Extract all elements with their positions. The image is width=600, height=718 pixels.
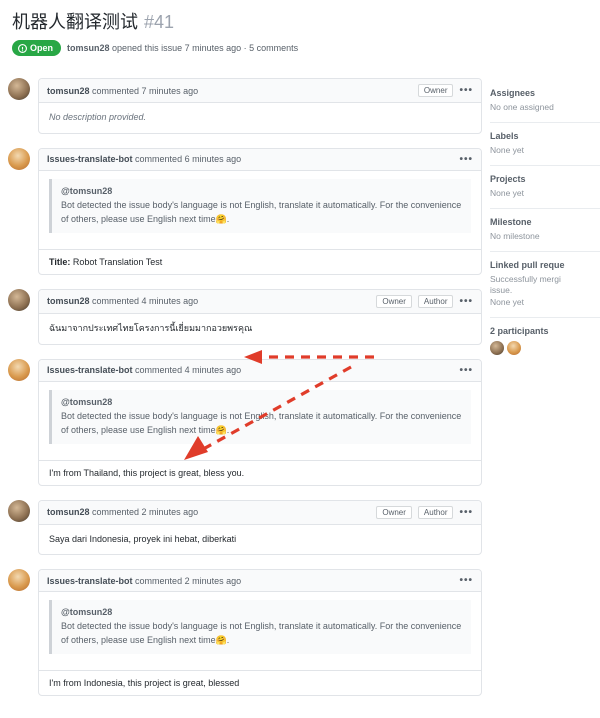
comment-timestamp: commented 2 minutes ago [92, 507, 198, 517]
comment: Issues-translate-bot commented 2 minutes… [8, 569, 482, 696]
participant-avatar[interactable] [507, 341, 521, 355]
timeline: tomsun28 commented 7 minutes ago Owner •••… [8, 70, 482, 710]
comment: Issues-translate-bot commented 6 minutes… [8, 148, 482, 275]
comment-header: tomsun28 commented 7 minutes ago Owner ••• [39, 79, 481, 103]
user-mention[interactable]: @tomsun28 [61, 606, 462, 620]
author-badge: Author [418, 506, 454, 519]
comment: Issues-translate-bot commented 4 minutes… [8, 359, 482, 486]
sidebar-section-title: Milestone [490, 217, 594, 227]
sidebar-section-title: Assignees [490, 88, 594, 98]
comment-actions-menu[interactable]: ••• [459, 85, 473, 96]
comment-body: @tomsun28Bot detected the issue body's l… [39, 592, 481, 670]
sidebar: Assignees No one assigned Labels None ye… [490, 70, 600, 710]
quote-block: @tomsun28Bot detected the issue body's l… [49, 390, 471, 444]
comment-card: tomsun28 commented 2 minutes ago Owner Aut… [38, 500, 482, 556]
sidebar-assignees[interactable]: Assignees No one assigned [490, 80, 600, 123]
sidebar-section-title: Labels [490, 131, 594, 141]
comment-header: tomsun28 commented 4 minutes ago Owner Aut… [39, 290, 481, 314]
comment-card: tomsun28 commented 7 minutes ago Owner •••… [38, 78, 482, 134]
comment-actions-menu[interactable]: ••• [459, 154, 473, 165]
comment-timestamp: commented 6 minutes ago [135, 154, 241, 164]
sidebar-section-body: None yet [490, 188, 594, 200]
comment-author-link[interactable]: tomsun28 [47, 296, 90, 306]
user-avatar[interactable] [8, 78, 30, 100]
comment-body: No description provided. [39, 103, 481, 133]
sidebar-section-body: No milestone [490, 231, 594, 243]
comment-actions-menu[interactable]: ••• [459, 296, 473, 307]
bot-avatar[interactable] [8, 569, 30, 591]
translated-title-value: Robot Translation Test [73, 257, 162, 267]
issue-meta-text: tomsun28 opened this issue 7 minutes ago… [67, 43, 298, 53]
issue-opener-link[interactable]: tomsun28 [67, 43, 110, 53]
sidebar-section-body: None yet [490, 145, 594, 157]
participant-avatar[interactable] [490, 341, 504, 355]
comment-card: tomsun28 commented 4 minutes ago Owner Aut… [38, 289, 482, 345]
quote-block: @tomsun28Bot detected the issue body's l… [49, 600, 471, 654]
sidebar-section-title: 2 participants [490, 326, 594, 336]
user-mention[interactable]: @tomsun28 [61, 185, 462, 199]
sidebar-projects[interactable]: Projects None yet [490, 166, 600, 209]
bot-avatar[interactable] [8, 359, 30, 381]
quote-text: Bot detected the issue body's language i… [61, 411, 461, 435]
comment-actions-menu[interactable]: ••• [459, 575, 473, 586]
issue-state-label: Open [30, 43, 53, 53]
comment-author-link[interactable]: Issues-translate-bot [47, 365, 133, 375]
comment-card: Issues-translate-bot commented 4 minutes… [38, 359, 482, 486]
translated-title-row: Title: Robot Translation Test [39, 249, 481, 274]
owner-badge: Owner [376, 295, 412, 308]
author-badge: Author [418, 295, 454, 308]
sidebar-section-title: Linked pull reque [490, 260, 594, 270]
translated-title-label: Title: [49, 257, 70, 267]
sidebar-participants: 2 participants [490, 318, 600, 363]
issue-title: 机器人翻译测试 [12, 8, 138, 34]
comment-card: Issues-translate-bot commented 6 minutes… [38, 148, 482, 275]
comment-header: Issues-translate-bot commented 6 minutes… [39, 149, 481, 171]
comment-body: @tomsun28Bot detected the issue body's l… [39, 171, 481, 249]
user-avatar[interactable] [8, 500, 30, 522]
comment: tomsun28 commented 4 minutes ago Owner Aut… [8, 289, 482, 345]
issue-state-badge: Open [12, 40, 61, 56]
owner-badge: Owner [376, 506, 412, 519]
comment-body: ฉันมาจากประเทศไทยโครงการนี้เยี่ยมมากอวยพ… [39, 314, 481, 344]
comment-actions-menu[interactable]: ••• [459, 365, 473, 376]
comment-timestamp: commented 7 minutes ago [92, 86, 198, 96]
comment-actions-menu[interactable]: ••• [459, 507, 473, 518]
comment-body: @tomsun28Bot detected the issue body's l… [39, 382, 481, 460]
quote-text: Bot detected the issue body's language i… [61, 200, 461, 224]
comment-author-link[interactable]: Issues-translate-bot [47, 154, 133, 164]
quote-block: @tomsun28Bot detected the issue body's l… [49, 179, 471, 233]
quote-text: Bot detected the issue body's language i… [61, 621, 461, 645]
issue-number: #41 [144, 12, 174, 33]
comment-card: Issues-translate-bot commented 2 minutes… [38, 569, 482, 696]
sidebar-labels[interactable]: Labels None yet [490, 123, 600, 166]
sidebar-section-title: Projects [490, 174, 594, 184]
comment-author-link[interactable]: tomsun28 [47, 86, 90, 96]
translated-body-row: I'm from Indonesia, this project is grea… [39, 670, 481, 695]
comment: tomsun28 commented 2 minutes ago Owner Aut… [8, 500, 482, 556]
sidebar-linked-pr[interactable]: Linked pull reque Successfully mergi iss… [490, 252, 600, 319]
comment-timestamp: commented 2 minutes ago [135, 576, 241, 586]
comment-header: Issues-translate-bot commented 2 minutes… [39, 570, 481, 592]
sidebar-section-body: Successfully mergi issue. None yet [490, 274, 594, 310]
translated-body-row: I'm from Thailand, this project is great… [39, 460, 481, 485]
empty-description-text: No description provided. [49, 112, 146, 122]
comment-timestamp: commented 4 minutes ago [135, 365, 241, 375]
owner-badge: Owner [418, 84, 454, 97]
comment-author-link[interactable]: Issues-translate-bot [47, 576, 133, 586]
bot-avatar[interactable] [8, 148, 30, 170]
sidebar-milestone[interactable]: Milestone No milestone [490, 209, 600, 252]
comment-timestamp: commented 4 minutes ago [92, 296, 198, 306]
user-mention[interactable]: @tomsun28 [61, 396, 462, 410]
issue-open-icon [18, 44, 27, 53]
comment-header: Issues-translate-bot commented 4 minutes… [39, 360, 481, 382]
sidebar-section-body: No one assigned [490, 102, 594, 114]
user-avatar[interactable] [8, 289, 30, 311]
comment-body: Saya dari Indonesia, proyek ini hebat, d… [39, 525, 481, 555]
comment: tomsun28 commented 7 minutes ago Owner •••… [8, 78, 482, 134]
comment-author-link[interactable]: tomsun28 [47, 507, 90, 517]
comment-header: tomsun28 commented 2 minutes ago Owner Aut… [39, 501, 481, 525]
